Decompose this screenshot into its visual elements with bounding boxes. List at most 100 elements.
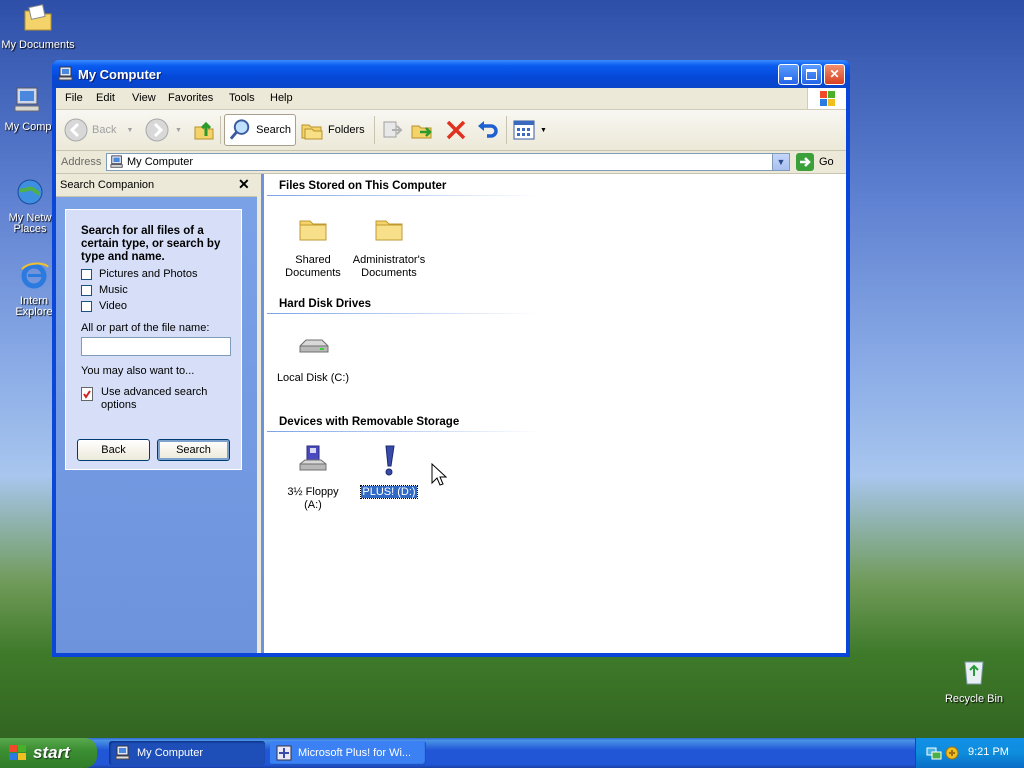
toolbar-separator [506,116,507,144]
start-label: start [33,743,70,762]
close-button[interactable]: ✕ [824,64,845,85]
item-label: Shared Documents [285,254,341,279]
item-administrators-documents[interactable]: Administrator's Documents [349,212,429,280]
search-label: Search [256,124,291,136]
back-arrow-icon [64,118,88,142]
option-video[interactable]: Video [81,300,127,312]
option-pictures[interactable]: Pictures and Photos [81,268,197,280]
system-tray: 9:21 PM [915,738,1024,768]
delete-x-icon [446,120,466,140]
address-input[interactable]: My Computer ▼ [106,153,790,171]
search-button[interactable]: Search [224,114,296,146]
taskbar-button-plus[interactable]: Microsoft Plus! for Wi... [270,741,426,765]
clock: 9:21 PM [968,746,1009,758]
up-folder-button[interactable] [192,114,216,146]
title-bar[interactable]: My Computer ✕ [52,60,850,88]
security-tray-icon[interactable] [944,745,960,761]
address-value: My Computer [127,156,194,168]
search-companion-pane: Search Companion ✕ Search for all files … [56,174,257,653]
folders-button[interactable]: Folders [300,114,365,146]
exclamation-drive-icon [385,445,395,476]
menu-help[interactable]: Help [270,92,293,104]
internet-explorer-icon [21,262,49,289]
address-bar: Address My Computer ▼ Go [56,151,846,174]
folders-icon [301,124,323,140]
computer-icon [14,87,40,112]
windows-flag-icon [9,745,26,760]
maximize-button[interactable] [801,64,822,85]
copy-to-icon [411,125,432,139]
forward-button[interactable]: ▼ [145,114,182,146]
folder-icon [299,220,327,241]
option-label: Pictures and Photos [99,268,198,280]
item-local-disk-c[interactable]: Local Disk (C:) [273,330,353,385]
undo-button[interactable] [476,114,500,146]
move-to-button[interactable] [380,114,404,146]
search-pane-title: Search Companion [60,179,155,191]
network-tray-icon[interactable] [926,745,942,761]
views-dropdown-icon: ▼ [540,126,547,134]
toolbar-separator [374,116,375,144]
group-divider [267,195,539,196]
menu-view[interactable]: View [132,92,156,104]
filename-input[interactable] [81,337,231,356]
menu-tools[interactable]: Tools [229,92,255,104]
filename-label: All or part of the file name: [81,322,210,334]
folder-content: Files Stored on This Computer Shared Doc… [261,174,846,653]
back-dropdown-icon: ▼ [126,126,134,134]
window-client-area: File Edit View Favorites Tools Help Back… [56,88,846,653]
computer-icon [58,66,73,81]
up-folder-icon [194,121,214,140]
group-hard-disk-drives: Hard Disk Drives [279,298,372,310]
plus-setup-icon [276,745,292,761]
menu-favorites[interactable]: Favorites [168,92,213,104]
minimize-button[interactable] [778,64,799,85]
copy-to-button[interactable] [410,114,434,146]
taskbar-button-my-computer[interactable]: My Computer [109,741,265,765]
menu-edit[interactable]: Edit [96,92,115,104]
search-pane-close-button[interactable]: ✕ [238,176,250,193]
mouse-cursor-icon [431,463,447,486]
desktop-icon-recycle-bin[interactable]: Recycle Bin [936,656,1012,705]
group-divider [267,431,539,432]
floppy-drive-icon [299,445,327,471]
item-label: Administrator's Documents [352,254,426,279]
undo-arrow-icon [478,121,498,138]
item-shared-documents[interactable]: Shared Documents [273,212,353,280]
address-dropdown-button[interactable]: ▼ [772,154,789,170]
menu-file[interactable]: File [65,92,83,104]
back-button[interactable]: Back ▼ [64,114,133,146]
go-button[interactable]: Go [796,153,834,171]
taskbar-button-label: Microsoft Plus! for Wi... [298,747,412,759]
forward-dropdown-icon: ▼ [175,126,182,134]
computer-icon [115,745,130,760]
checkbox-music[interactable] [81,284,92,296]
close-icon: ✕ [238,176,250,192]
checkbox-pictures[interactable] [81,268,92,280]
also-label: You may also want to... [81,365,195,377]
search-card: Search for all files of a certain type, … [65,209,242,470]
views-grid-icon [513,120,535,140]
desktop-icon-label: My Documents [1,39,75,51]
network-globe-icon [17,179,43,205]
desktop-icon-my-documents[interactable]: My Documents [0,2,76,51]
go-arrow-icon [796,153,814,171]
search-pane-header: Search Companion ✕ [56,174,257,197]
group-removable-storage: Devices with Removable Storage [279,416,460,428]
item-label: Local Disk (C:) [276,372,350,384]
advanced-search-link[interactable]: Use advanced search options [81,386,216,412]
my-computer-window: My Computer ✕ File Edit View Favorites T… [52,60,850,657]
item-plus-d[interactable]: PLUS! (D:) [349,444,429,499]
search-submit-button[interactable]: Search [157,439,230,461]
option-label: Video [99,300,127,312]
delete-button[interactable] [444,114,468,146]
back-search-button[interactable]: Back [77,439,150,461]
start-button[interactable]: start [0,738,97,768]
views-button[interactable]: ▼ [512,114,547,146]
folder-documents-icon [24,4,52,31]
checkbox-video[interactable] [81,300,92,312]
option-music[interactable]: Music [81,284,128,296]
standard-toolbar: Back ▼ ▼ Search Folders ▼ [56,110,846,151]
item-floppy-a[interactable]: 3½ Floppy (A:) [273,444,353,512]
search-heading: Search for all files of a certain type, … [81,225,221,263]
